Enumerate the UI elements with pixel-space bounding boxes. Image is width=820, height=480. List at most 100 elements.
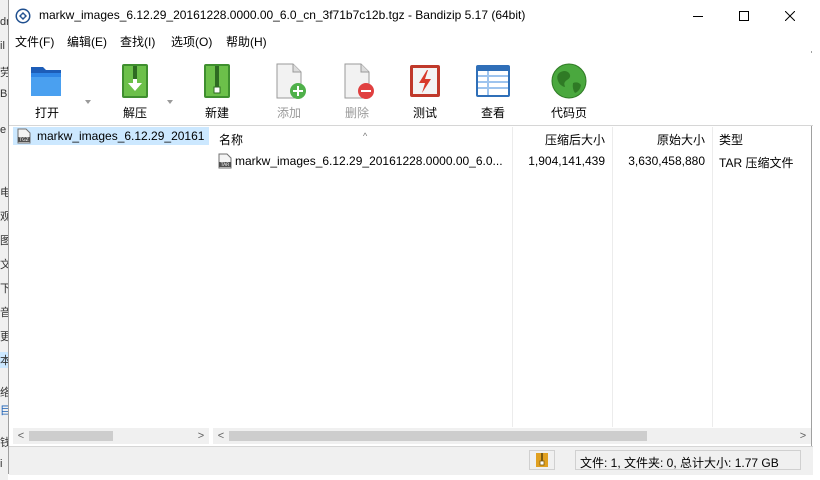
file-type: TAR 压缩文件 [719, 156, 794, 170]
column-header-type[interactable]: 类型 [713, 127, 811, 149]
column-name-label: 名称 [219, 133, 244, 147]
tgz-file-icon: TGZ [17, 128, 31, 144]
folder-open-icon [31, 67, 61, 96]
add-label: 添加 [276, 106, 301, 120]
extract-button[interactable]: 解压 [105, 53, 165, 123]
column-packed-label: 压缩后大小 [544, 133, 605, 147]
tree-item-label: markw_images_6.12.29_20161 [37, 129, 205, 143]
svg-text:TAR: TAR [220, 162, 230, 168]
tree-item-archive[interactable]: TGZ markw_images_6.12.29_20161 [13, 127, 209, 145]
column-original-label: 原始大小 [656, 133, 705, 147]
codepage-label: 代码页 [550, 106, 587, 120]
column-header-packed[interactable]: 压缩后大小 [513, 127, 613, 149]
view-icon [476, 65, 510, 97]
bg-fragment: 下 [0, 283, 8, 295]
column-header-name[interactable]: 名称 ^ [213, 127, 513, 149]
bg-fragment: 电 [0, 187, 8, 199]
menu-options[interactable]: 选项(O) [171, 33, 212, 50]
bg-fragment: B [0, 88, 8, 100]
column-type-label: 类型 [719, 133, 744, 147]
toolbar-divider [9, 125, 813, 126]
minimize-icon [693, 15, 703, 17]
status-summary-cell: 文件: 1, 文件夹: 0, 总计大小: 1.77 GB [575, 450, 801, 470]
scroll-left-arrow-icon[interactable]: < [215, 430, 227, 442]
status-bar: 文件: 1, 文件夹: 0, 总计大小: 1.77 GB [9, 446, 813, 475]
extract-icon [122, 64, 148, 98]
new-archive-icon [204, 64, 230, 98]
close-button[interactable] [767, 0, 813, 31]
new-archive-button[interactable]: 新建 [187, 53, 247, 123]
tree-horizontal-scrollbar[interactable]: < > [13, 428, 209, 444]
status-archive-cell [529, 450, 555, 470]
bg-fragment: 文 [0, 259, 8, 271]
menu-file[interactable]: 文件(F) [15, 33, 54, 50]
file-original-size: 3,630,458,880 [628, 154, 705, 168]
test-icon [410, 65, 440, 97]
bg-fragment: 目 [0, 405, 8, 417]
column-separator [512, 127, 513, 427]
bg-fragment: 本 [0, 352, 8, 368]
list-horizontal-scrollbar[interactable]: < > [213, 428, 811, 444]
bandizip-app-icon [15, 8, 31, 24]
bg-fragment: 图 [0, 235, 8, 247]
title-bar[interactable]: markw_images_6.12.29_20161228.0000.00_6.… [9, 0, 813, 31]
scroll-right-arrow-icon[interactable]: > [797, 430, 809, 442]
codepage-button[interactable]: 代码页 [539, 53, 599, 123]
test-button[interactable]: 测试 [395, 53, 455, 123]
maximize-icon [739, 10, 749, 21]
column-separator [612, 127, 613, 427]
extract-dropdown-arrow[interactable] [167, 100, 173, 104]
table-row[interactable]: TAR markw_images_6.12.29_20161228.0000.0… [213, 151, 811, 171]
delete-file-icon [344, 63, 374, 99]
globe-icon [551, 63, 587, 99]
menu-bar: 文件(F) 编辑(E) 查找(I) 选项(O) 帮助(H) [9, 31, 813, 51]
window-title: markw_images_6.12.29_20161228.0000.00_6.… [39, 8, 526, 22]
open-button[interactable]: 打开 [17, 53, 77, 123]
menu-find[interactable]: 查找(I) [120, 33, 155, 50]
bg-fragment: e [0, 124, 7, 136]
tar-file-icon: TAR [218, 153, 232, 169]
menu-help[interactable]: 帮助(H) [226, 33, 267, 50]
extract-label: 解压 [122, 106, 147, 120]
view-button[interactable]: 查看 [463, 53, 523, 123]
bandizip-window: markw_images_6.12.29_20161228.0000.00_6.… [8, 0, 813, 475]
minimize-button[interactable] [675, 0, 721, 31]
bg-fragment: 络 [0, 387, 8, 399]
column-separator [712, 127, 713, 427]
scrollbar-thumb[interactable] [229, 431, 647, 441]
new-archive-label: 新建 [204, 106, 229, 120]
open-label: 打开 [34, 106, 59, 120]
svg-text:TGZ: TGZ [18, 137, 28, 143]
bg-fragment: 更 [0, 331, 8, 343]
open-dropdown-arrow[interactable] [85, 100, 91, 104]
column-header-original[interactable]: 原始大小 [613, 127, 713, 149]
view-label: 查看 [480, 106, 505, 120]
close-icon [785, 10, 795, 21]
bg-fragment: 钱 [0, 437, 8, 449]
delete-button[interactable]: 删除 [327, 53, 387, 123]
file-list[interactable]: 名称 ^ 压缩后大小 原始大小 类型 TAR markw_images_6.12… [213, 127, 811, 444]
scroll-right-arrow-icon[interactable]: > [195, 430, 207, 442]
test-label: 测试 [412, 106, 437, 120]
bg-fragment: 劳 [0, 67, 8, 79]
add-button[interactable]: 添加 [259, 53, 319, 123]
scroll-left-arrow-icon[interactable]: < [15, 430, 27, 442]
status-summary: 文件: 1, 文件夹: 0, 总计大小: 1.77 GB [580, 456, 779, 470]
menu-edit[interactable]: 编辑(E) [67, 33, 107, 50]
bg-fragment: 音 [0, 307, 8, 319]
bg-fragment: dr [0, 16, 8, 28]
bg-fragment: 观 [0, 211, 8, 223]
add-file-icon [276, 63, 306, 99]
delete-label: 删除 [344, 106, 369, 120]
background-window-edge: dr il 劳 B e 电 观 图 文 下 音 更 本 络 目 钱 i [0, 0, 8, 480]
archive-status-icon [536, 453, 548, 467]
bg-fragment: il [0, 40, 5, 52]
folder-tree[interactable]: TGZ markw_images_6.12.29_20161 [13, 127, 210, 444]
scrollbar-thumb[interactable] [29, 431, 113, 441]
file-name: markw_images_6.12.29_20161228.0000.00_6.… [235, 154, 503, 168]
bg-fragment: i [0, 458, 3, 470]
toolbar: 打开 解压 新建 添加 删除 测试 查看 代码页 [9, 53, 813, 125]
file-packed-size: 1,904,141,439 [528, 154, 605, 168]
maximize-button[interactable] [721, 0, 767, 31]
sort-ascending-icon: ^ [363, 131, 368, 141]
